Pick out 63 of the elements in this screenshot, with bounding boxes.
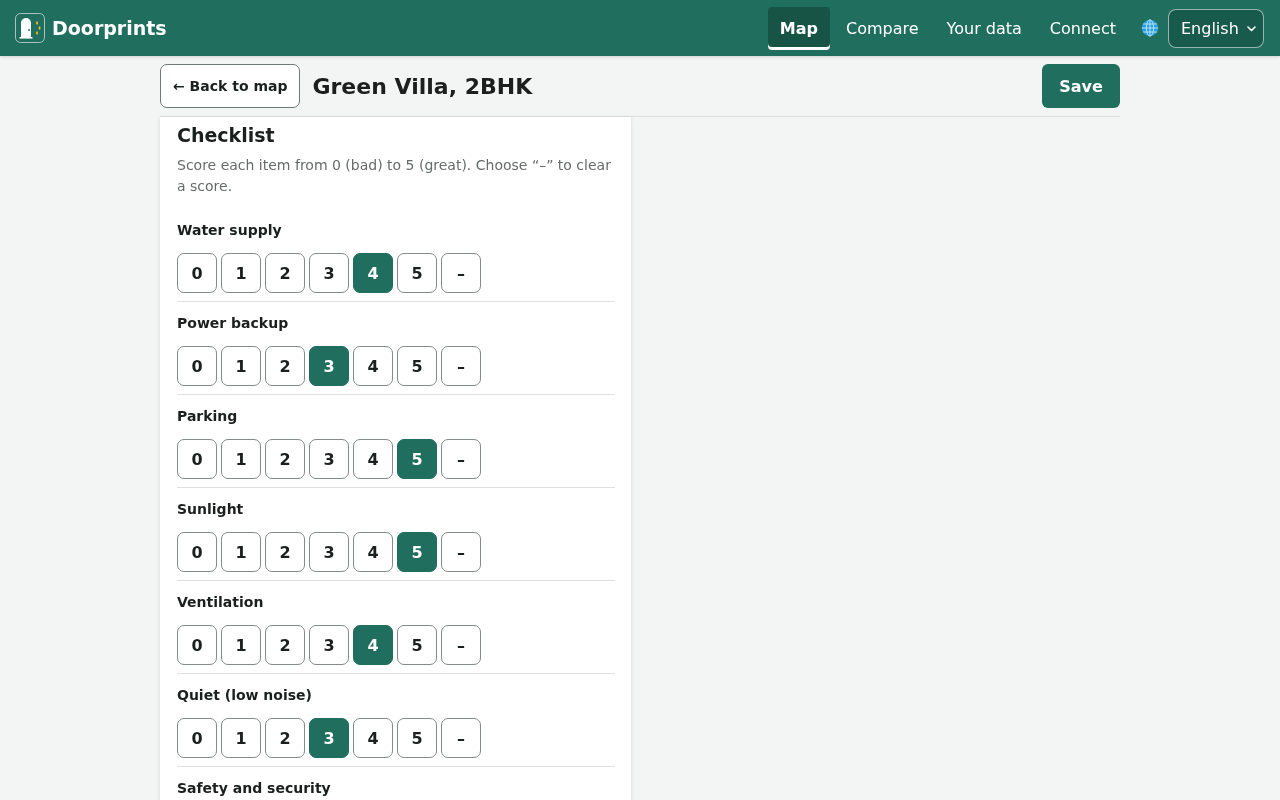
score-option[interactable]: 3 [309,718,349,758]
save-button[interactable]: Save [1042,64,1120,108]
score-option[interactable]: 0 [177,718,217,758]
score-option[interactable]: 2 [265,718,305,758]
score-option[interactable]: 3 [309,439,349,479]
score-option[interactable]: 2 [265,346,305,386]
item-label: Sunlight [177,500,245,518]
card-title: Checklist [177,123,276,147]
score-option[interactable]: 3 [309,346,349,386]
score-option[interactable]: – [441,532,481,572]
score-option[interactable]: 1 [221,718,261,758]
app-name: Doorprints [52,17,167,39]
score-option[interactable]: 5 [397,718,437,758]
score-option[interactable]: 3 [309,532,349,572]
score-option[interactable]: 1 [221,625,261,665]
score-option[interactable]: 0 [177,253,217,293]
item-label: Quiet (low noise) [177,686,313,704]
score-option[interactable]: 5 [397,346,437,386]
back-button[interactable]: ← Back to map [160,64,301,108]
score-option[interactable]: 0 [177,532,217,572]
nav-tab[interactable]: Map [767,6,830,50]
score-option[interactable]: – [441,718,481,758]
item-label: Ventilation [177,593,265,611]
score-option[interactable]: 1 [221,253,261,293]
score-option[interactable]: 5 [397,439,437,479]
score-option[interactable]: – [441,439,481,479]
nav-tab[interactable]: Your data [934,6,1034,50]
nav-tab[interactable]: Connect [1037,6,1128,50]
globe-icon [1141,19,1159,37]
score-option[interactable]: 2 [265,439,305,479]
score-option[interactable]: 4 [353,625,393,665]
score-option[interactable]: 5 [397,532,437,572]
score-option[interactable]: 0 [177,346,217,386]
item-label: Safety and security [177,779,332,797]
score-option[interactable]: 1 [221,439,261,479]
score-option[interactable]: 4 [353,253,393,293]
chevron-down-icon [1247,25,1256,32]
score-option[interactable]: 3 [309,625,349,665]
score-option[interactable]: 5 [397,625,437,665]
score-option[interactable]: – [441,625,481,665]
door-logo-icon [15,13,45,43]
score-option[interactable]: 0 [177,625,217,665]
item-label: Parking [177,407,239,425]
score-option[interactable]: – [441,253,481,293]
score-option[interactable]: 0 [177,439,217,479]
score-option[interactable]: 1 [221,346,261,386]
score-option[interactable]: – [441,346,481,386]
score-option[interactable]: 3 [309,253,349,293]
score-option[interactable]: 4 [353,346,393,386]
score-option[interactable]: 4 [353,439,393,479]
nav-tab[interactable]: Compare [834,6,931,50]
item-label: Power backup [177,314,290,332]
score-option[interactable]: 5 [397,253,437,293]
score-option[interactable]: 2 [265,532,305,572]
score-option[interactable]: 2 [265,625,305,665]
score-option[interactable]: 4 [353,532,393,572]
score-option[interactable]: 4 [353,718,393,758]
card-description: Score each item from 0 (bad) to 5 (great). Choose “–” to clear a score. [177,156,612,196]
score-option[interactable]: 1 [221,532,261,572]
item-label: Water supply [177,221,283,239]
page-title: Green Villa, 2BHK [312,73,533,99]
score-option[interactable]: 2 [265,253,305,293]
language-select[interactable]: English [1168,8,1264,48]
